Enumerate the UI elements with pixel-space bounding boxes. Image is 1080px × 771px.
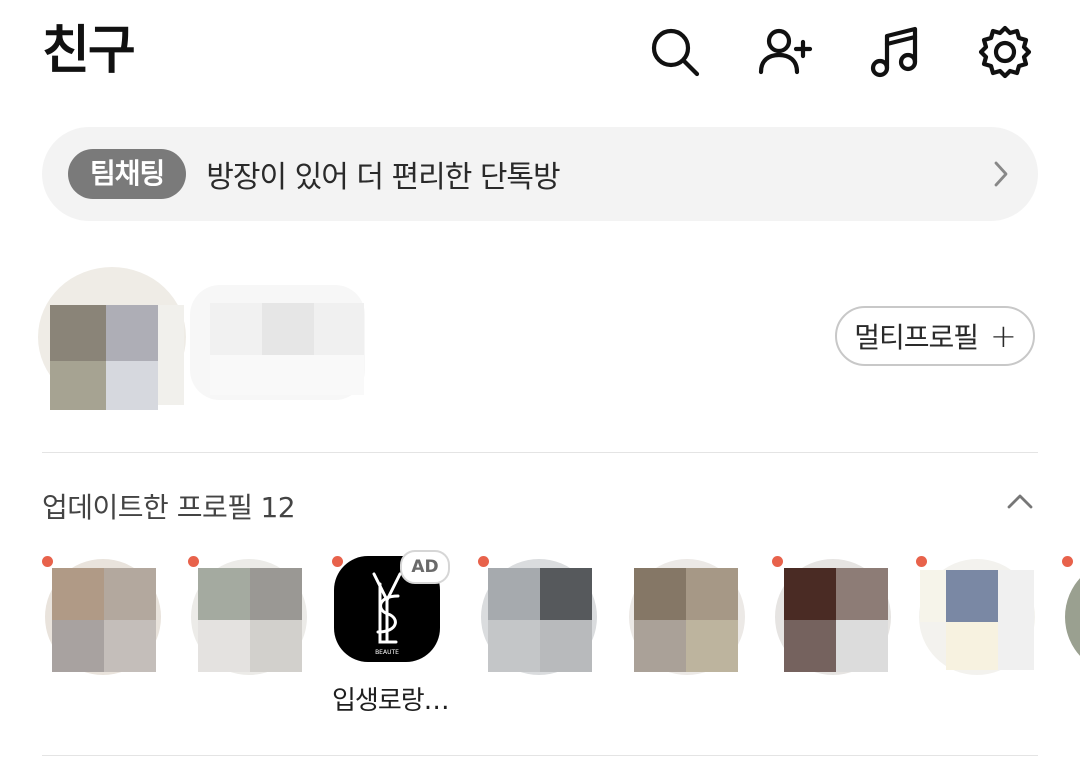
header-actions (646, 22, 1034, 82)
divider (42, 452, 1038, 453)
updated-profile-item[interactable] (626, 552, 746, 722)
updated-profiles-header: 업데이트한 프로필 12 (42, 486, 296, 526)
updated-profile-item-partial[interactable] (1062, 552, 1080, 722)
profile-thumbnail-blurred (1065, 578, 1080, 656)
profile-thumbnail-blurred (919, 559, 1035, 675)
updated-profile-item[interactable] (188, 552, 308, 722)
profile-name: 입생로랑… (332, 686, 450, 716)
updated-profiles-title: 업데이트한 프로필 (42, 491, 253, 524)
updated-profile-item[interactable] (42, 552, 162, 722)
updated-profile-item-ad[interactable]: BEAUTE AD 입생로랑… (332, 550, 452, 722)
team-chat-banner[interactable]: 팀채팅 방장이 있어 더 편리한 단톡방 (42, 127, 1038, 221)
divider (42, 755, 1038, 756)
updated-profiles-count: 12 (260, 491, 296, 524)
updated-profile-item[interactable] (916, 552, 1036, 722)
friends-screen: 친구 팀채팅 방장이 있어 더 편리한 단톡방 멀티프로필 + 업데이트한 프로… (0, 0, 1080, 771)
svg-text:BEAUTE: BEAUTE (375, 649, 399, 656)
team-chat-pill: 팀채팅 (68, 149, 187, 199)
search-icon[interactable] (646, 22, 704, 82)
team-chat-text: 방장이 있어 더 편리한 단톡방 (206, 160, 560, 195)
chevron-right-icon (994, 161, 1008, 187)
multi-profile-button[interactable]: 멀티프로필 + (835, 306, 1035, 366)
my-profile-avatar[interactable] (36, 265, 188, 410)
multi-profile-label: 멀티프로필 (854, 321, 979, 354)
profile-thumbnail-blurred (481, 559, 597, 675)
profile-thumbnail-blurred (629, 559, 745, 675)
add-friend-icon[interactable] (756, 22, 814, 82)
plus-icon: + (990, 317, 1017, 355)
profile-thumbnail-blurred (191, 559, 307, 675)
updated-profile-item[interactable] (772, 552, 892, 722)
updated-profile-item[interactable] (478, 552, 598, 722)
profile-thumbnail-blurred (775, 559, 891, 675)
my-profile-name-blurred (190, 285, 365, 400)
ad-badge: AD (400, 550, 450, 584)
settings-gear-icon[interactable] (976, 22, 1034, 82)
music-icon[interactable] (866, 22, 924, 82)
chevron-up-icon[interactable] (1006, 492, 1034, 510)
page-title: 친구 (42, 21, 136, 81)
profile-thumbnail-blurred (45, 559, 161, 675)
